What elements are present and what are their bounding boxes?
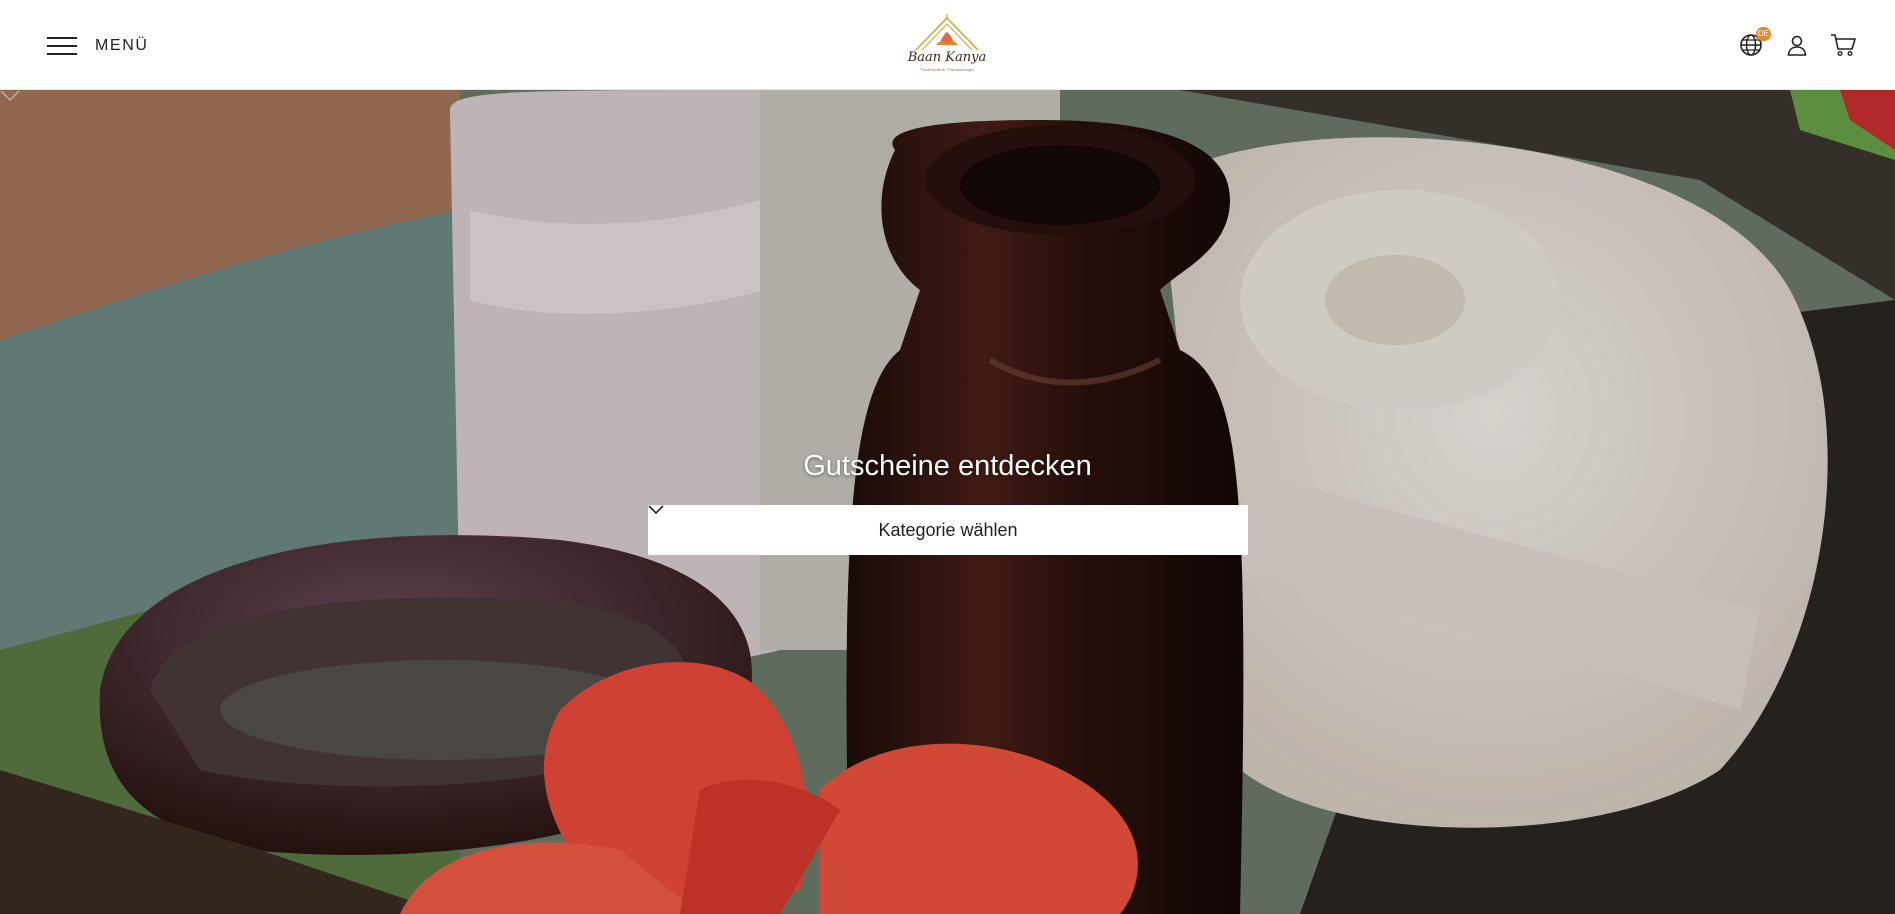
site-header: MENÜ Baan Kanya Traditionelle Thaimassag… (0, 0, 1895, 90)
logo-name: Baan Kanya (907, 50, 987, 65)
hamburger-icon (47, 35, 77, 57)
account-button[interactable] (1783, 30, 1811, 60)
category-select[interactable]: Kategorie wählen (648, 505, 1248, 555)
hero-title: Gutscheine entdecken (803, 450, 1092, 482)
hero-banner: Gutscheine entdecken Kategorie wählen (0, 90, 1895, 914)
language-button[interactable]: DE (1737, 27, 1771, 60)
category-select-value: Kategorie wählen (878, 519, 1018, 540)
hero-background-image (0, 90, 1895, 914)
header-icons: DE (1737, 27, 1857, 60)
scroll-down-icon[interactable] (0, 90, 20, 102)
user-icon (1787, 35, 1807, 56)
language-badge: DE (1755, 27, 1771, 41)
menu-button[interactable]: MENÜ (47, 30, 149, 62)
logo[interactable]: Baan Kanya Traditionelle Thaimassage (900, 14, 994, 76)
logo-tagline: Traditionelle Thaimassage (919, 67, 975, 72)
lotus-roof-icon (915, 14, 979, 51)
menu-label: MENÜ (95, 37, 149, 54)
chevron-down-icon (648, 505, 664, 515)
cart-icon (1831, 34, 1856, 57)
cart-button[interactable] (1829, 30, 1857, 60)
